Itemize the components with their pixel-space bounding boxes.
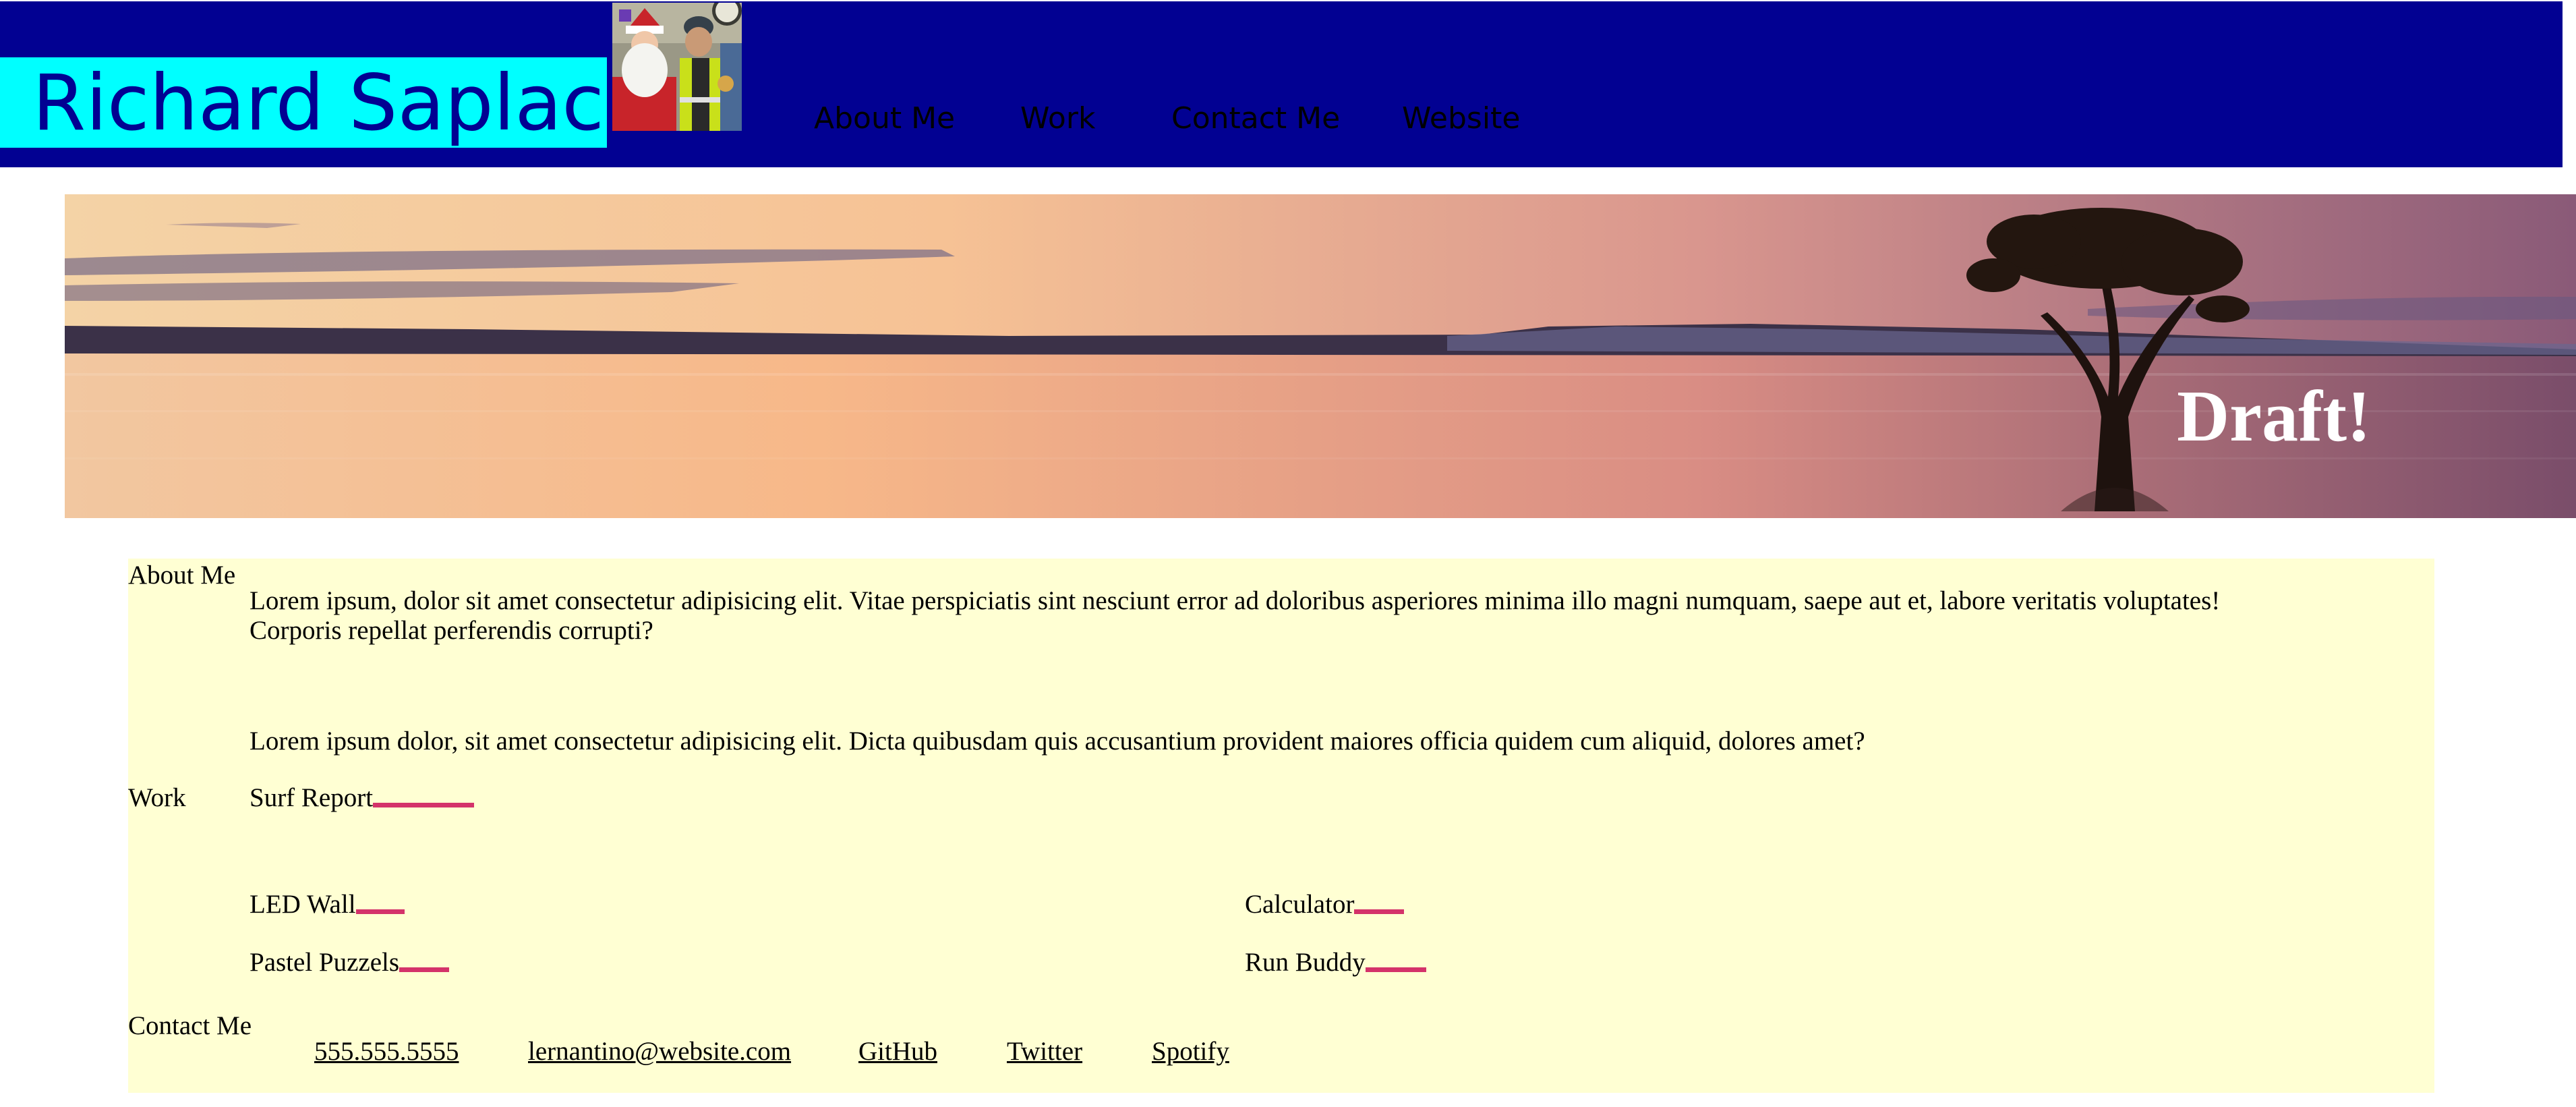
- contact-twitter-link[interactable]: Twitter: [1007, 1036, 1082, 1067]
- hero-banner: Draft!: [65, 194, 2576, 518]
- about-section-label: About Me: [128, 561, 236, 590]
- project-title: Surf Report: [250, 783, 374, 812]
- project-title: LED Wall: [250, 890, 356, 919]
- project-calculator[interactable]: Calculator: [1245, 889, 1405, 919]
- project-title: Run Buddy: [1245, 948, 1366, 977]
- project-accent-bar: [355, 909, 405, 914]
- project-surf-report[interactable]: Surf Report: [250, 783, 475, 813]
- sunset-lake-image: [65, 194, 2576, 518]
- project-title: Calculator: [1245, 890, 1355, 919]
- contact-email-link[interactable]: lernantino@website.com: [528, 1036, 791, 1067]
- site-title: Richard Saplaco: [32, 58, 651, 148]
- work-section-label: Work: [128, 783, 186, 812]
- contact-github-link[interactable]: GitHub: [858, 1036, 937, 1067]
- nav-website[interactable]: Website: [1402, 101, 1520, 136]
- nav-work[interactable]: Work: [1020, 101, 1095, 136]
- project-accent-bar: [1354, 909, 1405, 914]
- nav-contact-me[interactable]: Contact Me: [1171, 101, 1340, 136]
- contact-spotify-link[interactable]: Spotify: [1152, 1036, 1229, 1067]
- contact-section-label: Contact Me: [128, 1011, 252, 1040]
- about-paragraph-1-line-2: Corporis repellat perferendis corrupti?: [250, 616, 653, 645]
- about-paragraph-1-line-1: Lorem ipsum, dolor sit amet consectetur …: [250, 586, 2221, 615]
- project-accent-bar: [1365, 967, 1426, 972]
- project-pastel-puzzels[interactable]: Pastel Puzzels: [250, 947, 450, 977]
- project-led-wall[interactable]: LED Wall: [250, 889, 405, 919]
- nav-about-me[interactable]: About Me: [814, 101, 955, 136]
- hero-title: Draft!: [2177, 376, 2371, 457]
- about-paragraph-2: Lorem ipsum dolor, sit amet consectetur …: [250, 727, 1865, 756]
- project-accent-bar: [399, 967, 450, 972]
- project-title: Pastel Puzzels: [250, 948, 400, 977]
- project-run-buddy[interactable]: Run Buddy: [1245, 947, 1426, 977]
- site-header: Richard Saplaco About Me Work Contact Me: [0, 1, 2563, 167]
- profile-photo: [612, 3, 742, 131]
- contact-phone-link[interactable]: 555.555.5555: [314, 1036, 459, 1067]
- project-accent-bar: [373, 803, 475, 807]
- content-panel: About Me Lorem ipsum, dolor sit amet con…: [128, 559, 2434, 1093]
